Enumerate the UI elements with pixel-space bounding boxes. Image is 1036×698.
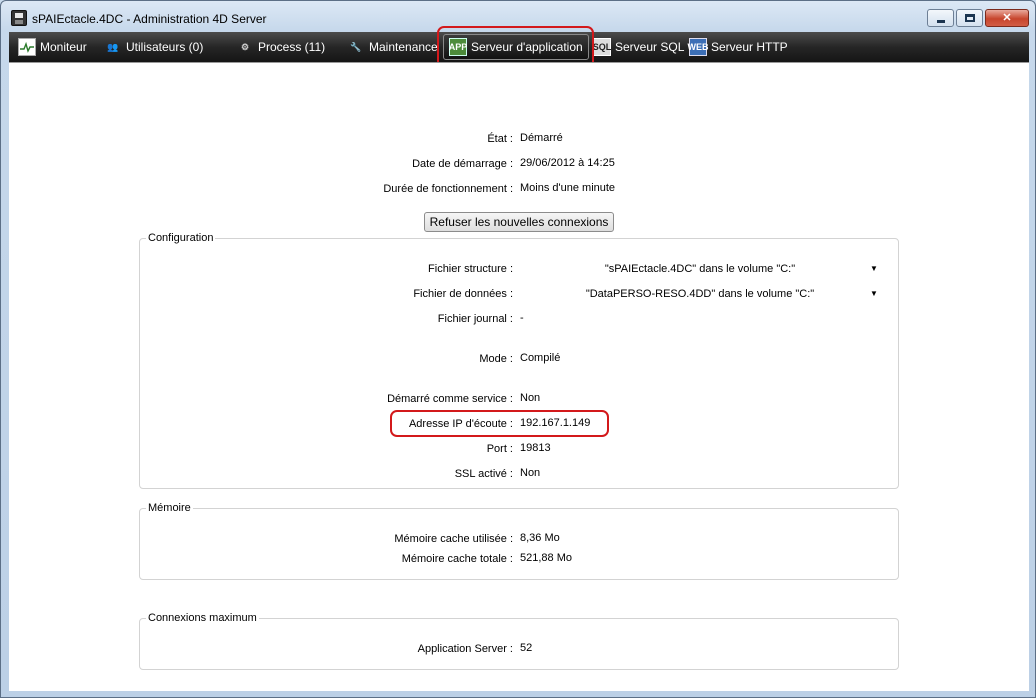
ip-row: Adresse IP d'écoute : xyxy=(9,417,513,431)
duree-row: Durée de fonctionnement : xyxy=(9,182,513,196)
users-icon: 👥 xyxy=(107,41,119,52)
tab-maintenance-label: Maintenance xyxy=(369,40,438,54)
monitor-icon xyxy=(18,38,36,56)
server-panel: État : Démarré Date de démarrage : 29/06… xyxy=(9,62,1029,691)
cache-totale-label: Mémoire cache totale : xyxy=(401,553,513,565)
chevron-down-icon: ▼ xyxy=(870,289,878,298)
donnees-row: Fichier de données : xyxy=(9,287,513,301)
port-label: Port : xyxy=(486,443,513,455)
donnees-value: "DataPERSO-RESO.4DD" dans le volume "C:" xyxy=(585,288,815,300)
journal-label: Fichier journal : xyxy=(437,313,513,325)
etat-value: Démarré xyxy=(520,132,563,144)
mode-label: Mode : xyxy=(479,353,513,365)
donnees-label: Fichier de données : xyxy=(413,288,513,300)
main-toolbar: Moniteur 👥 Utilisateurs (0) ⚙ Process (1… xyxy=(9,32,1029,62)
chevron-down-icon: ▼ xyxy=(870,264,878,273)
date-row: Date de démarrage : xyxy=(9,157,513,171)
configuration-title: Configuration xyxy=(146,231,216,245)
ssl-label: SSL activé : xyxy=(454,468,513,480)
structure-select[interactable]: "sPAIEctacle.4DC" dans le volume "C:" ▼ xyxy=(520,261,880,277)
journal-row: Fichier journal : xyxy=(9,312,513,326)
journal-value: - xyxy=(520,312,524,324)
tab-serveur-application[interactable]: APP Serveur d'application xyxy=(443,34,589,60)
close-button[interactable]: ✕ xyxy=(985,9,1029,27)
ip-value: 192.167.1.149 xyxy=(520,417,591,429)
title-bar[interactable]: sPAIEctacle.4DC - Administration 4D Serv… xyxy=(1,1,1035,32)
service-row: Démarré comme service : xyxy=(9,392,513,406)
etat-row: État : xyxy=(9,132,513,146)
tab-serveur-http[interactable]: WEB Serveur HTTP xyxy=(688,34,788,60)
structure-value: "sPAIEctacle.4DC" dans le volume "C:" xyxy=(604,263,796,275)
tab-serveur-sql[interactable]: SQL Serveur SQL xyxy=(593,34,684,60)
mode-row: Mode : xyxy=(9,352,513,366)
tab-moniteur-label: Moniteur xyxy=(40,40,87,54)
tab-maintenance[interactable]: 🔧 Maintenance xyxy=(347,34,438,60)
port-value: 19813 xyxy=(520,442,551,454)
http-server-icon: WEB xyxy=(688,38,709,56)
window-title: sPAIEctacle.4DC - Administration 4D Serv… xyxy=(32,12,267,26)
app-window: sPAIEctacle.4DC - Administration 4D Serv… xyxy=(0,0,1036,698)
tab-process-label: Process (11) xyxy=(258,40,326,54)
etat-label: État : xyxy=(487,133,513,145)
maximize-icon xyxy=(965,14,975,22)
minimize-icon xyxy=(937,20,945,23)
tab-process[interactable]: ⚙ Process (11) xyxy=(236,34,325,60)
app-server-icon: APP xyxy=(449,38,467,56)
cache-utilisee-label: Mémoire cache utilisée : xyxy=(394,533,513,545)
close-icon: ✕ xyxy=(1002,12,1012,24)
minimize-button[interactable] xyxy=(927,9,954,27)
tab-serveur-sql-label: Serveur SQL xyxy=(615,40,685,54)
memoire-title: Mémoire xyxy=(146,501,193,515)
cache-totale-value: 521,88 Mo xyxy=(520,552,572,564)
port-row: Port : xyxy=(9,442,513,456)
duree-value: Moins d'une minute xyxy=(520,182,616,194)
service-value: Non xyxy=(520,392,541,404)
tab-serveur-http-label: Serveur HTTP xyxy=(711,40,788,54)
duree-label: Durée de fonctionnement : xyxy=(383,183,513,195)
structure-row: Fichier structure : xyxy=(9,262,513,276)
sql-server-icon: SQL xyxy=(593,38,611,56)
tools-icon: 🔧 xyxy=(350,41,362,52)
tab-utilisateurs-label: Utilisateurs (0) xyxy=(126,40,204,54)
refuse-connections-button[interactable]: Refuser les nouvelles connexions xyxy=(424,212,614,232)
cache-utilisee-row: Mémoire cache utilisée : xyxy=(9,532,513,546)
date-value: 29/06/2012 à 14:25 xyxy=(520,157,615,169)
structure-label: Fichier structure : xyxy=(428,263,513,275)
window-controls: ✕ xyxy=(927,9,1029,27)
cache-utilisee-value: 8,36 Mo xyxy=(520,532,560,544)
app-server-label: Application Server : xyxy=(417,643,513,655)
app-server-value: 52 xyxy=(520,642,533,654)
gear-icon: ⚙ xyxy=(240,41,250,52)
ssl-row: SSL activé : xyxy=(9,467,513,481)
tab-serveur-application-label: Serveur d'application xyxy=(471,40,583,54)
app-server-row: Application Server : xyxy=(9,642,513,656)
mode-value: Compilé xyxy=(520,352,561,364)
ip-label: Adresse IP d'écoute : xyxy=(408,418,513,430)
date-label: Date de démarrage : xyxy=(412,158,513,170)
maximize-button[interactable] xyxy=(956,9,983,27)
tab-moniteur[interactable]: Moniteur xyxy=(18,34,87,60)
tab-utilisateurs[interactable]: 👥 Utilisateurs (0) xyxy=(104,34,203,60)
donnees-select[interactable]: "DataPERSO-RESO.4DD" dans le volume "C:"… xyxy=(520,286,880,302)
floppy-disk-icon xyxy=(11,10,27,26)
cache-totale-row: Mémoire cache totale : xyxy=(9,552,513,566)
service-label: Démarré comme service : xyxy=(387,393,513,405)
ssl-value: Non xyxy=(520,467,541,479)
connexions-title: Connexions maximum xyxy=(146,611,259,625)
